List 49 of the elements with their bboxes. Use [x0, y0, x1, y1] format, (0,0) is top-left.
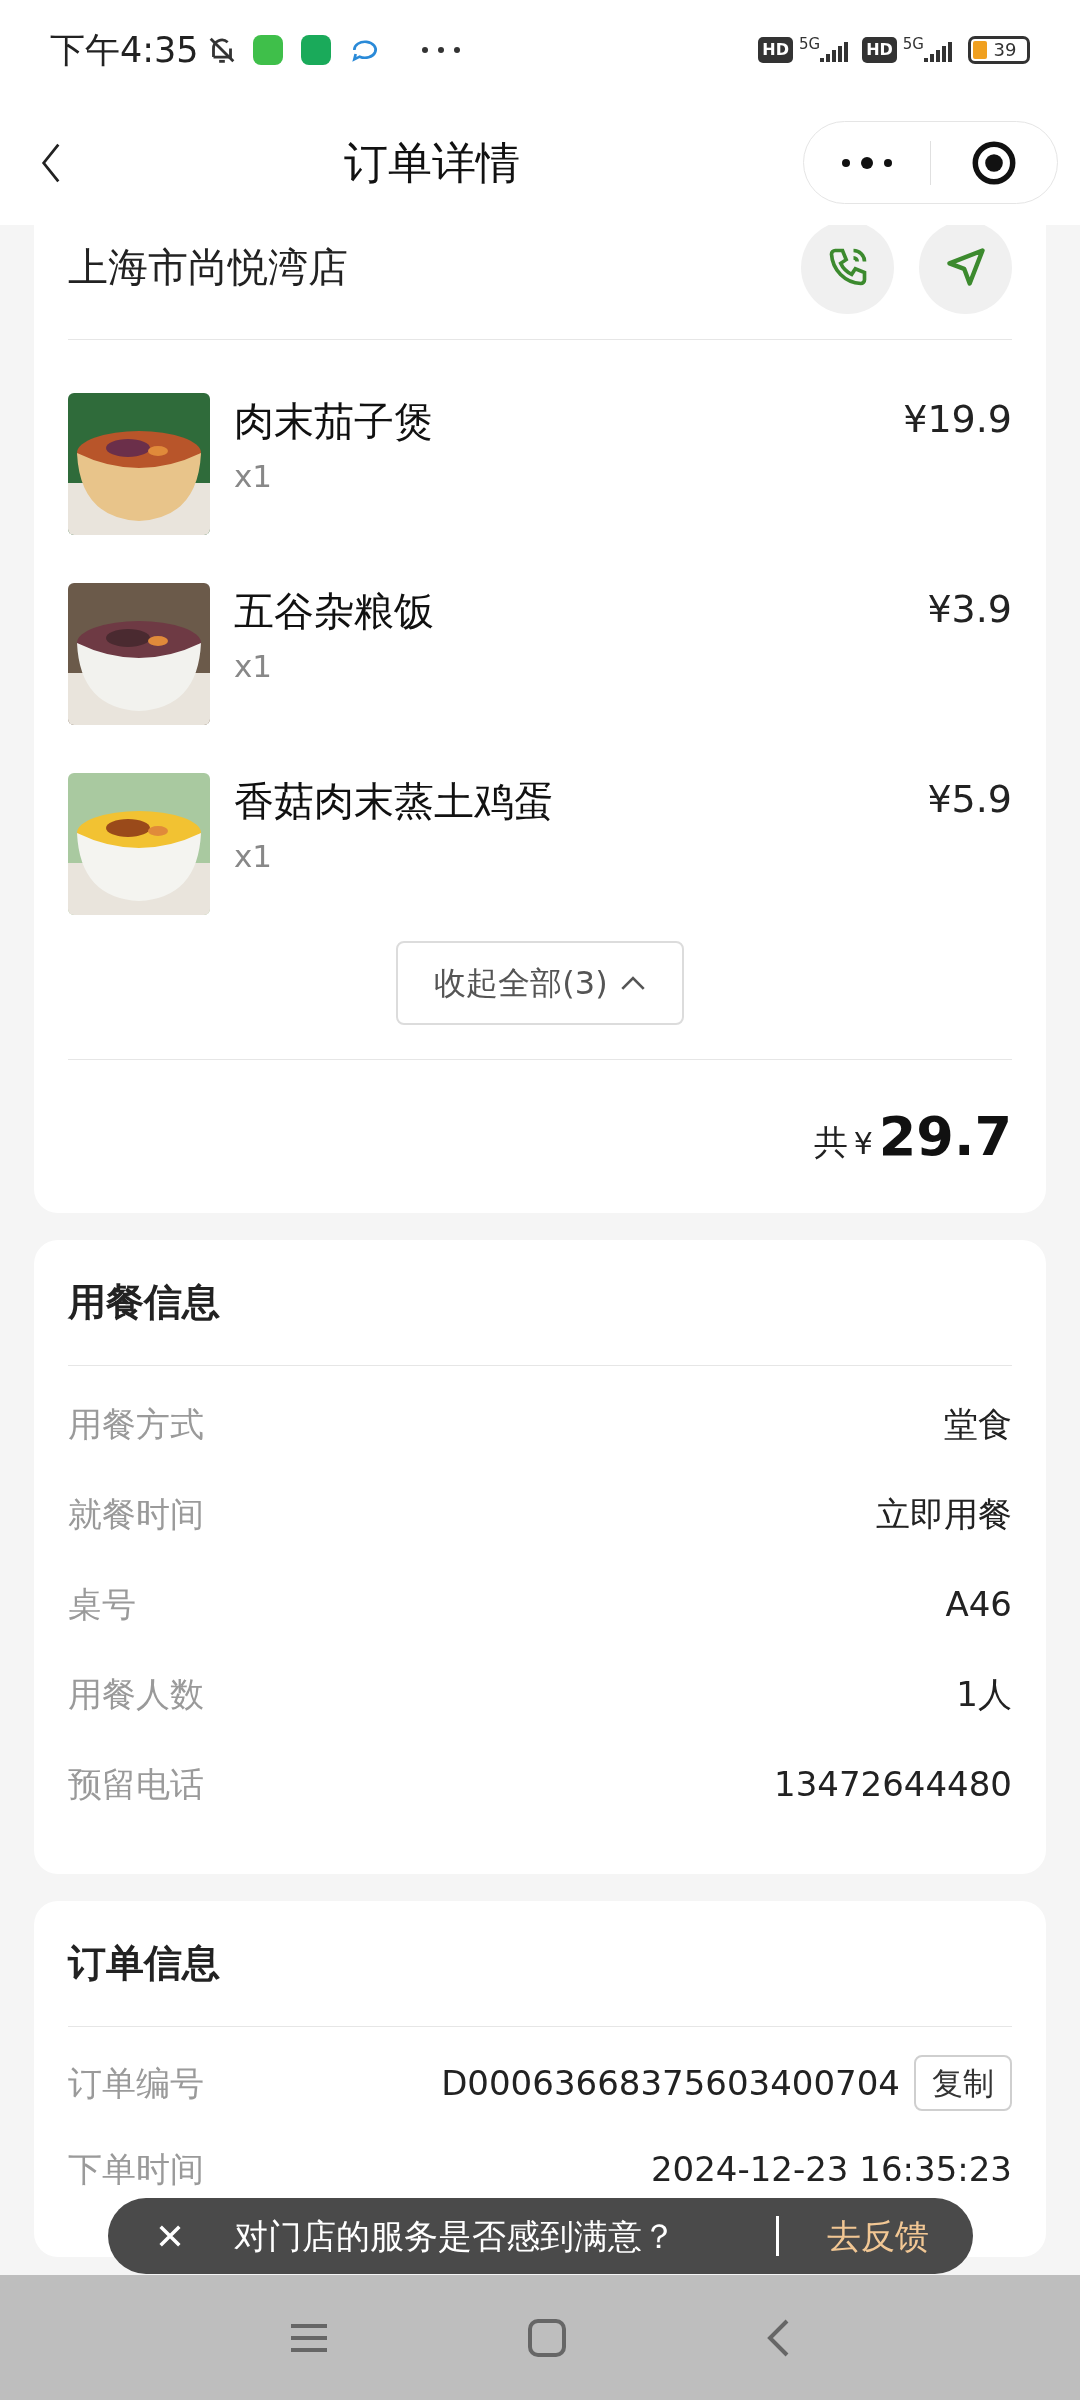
- more-icon: [841, 156, 893, 169]
- page-title: 订单详情: [343, 135, 520, 190]
- info-label: 就餐时间: [68, 1492, 204, 1536]
- copy-button[interactable]: 复制: [914, 2055, 1012, 2111]
- section-title: 订单信息: [68, 1940, 220, 1987]
- network-label: 5G: [799, 34, 821, 55]
- phone-app-icon: [300, 35, 331, 65]
- chevron-up-icon: [619, 975, 646, 991]
- info-value: 13472644480: [774, 1762, 1012, 1806]
- info-label: 用餐人数: [68, 1672, 204, 1716]
- info-label: 用餐方式: [68, 1402, 204, 1446]
- dish-price: ¥5.9: [927, 776, 1012, 823]
- info-value: 1人: [956, 1672, 1012, 1716]
- back-icon[interactable]: [767, 2318, 790, 2357]
- total-label: 共: [813, 1121, 848, 1164]
- info-value: 2024-12-23 16:35:23: [650, 2147, 1012, 2191]
- dish-name: 五谷杂粮饭: [234, 587, 435, 636]
- dish-price: ¥19.9: [903, 396, 1012, 443]
- chat-app-icon: [252, 35, 283, 65]
- total-amount: 29.7: [878, 1104, 1012, 1170]
- dish-name: 肉末茄子煲: [234, 397, 435, 446]
- info-value: D00063668375603400704: [441, 2061, 900, 2105]
- menu-icon[interactable]: [290, 2322, 327, 2353]
- target-icon: [972, 140, 1016, 185]
- store-name: 上海市尚悦湾店: [68, 243, 349, 292]
- status-time: 下午4:35: [50, 28, 199, 72]
- dish-quantity: x1: [234, 457, 274, 496]
- section-title: 用餐信息: [68, 1279, 220, 1326]
- dish-quantity: x1: [234, 837, 274, 876]
- dish-quantity: x1: [234, 647, 274, 686]
- toast-message: 对门店的服务是否感到满意？: [234, 2214, 676, 2258]
- dish-name: 香菇肉末蒸土鸡蛋: [234, 777, 555, 826]
- info-label: 下单时间: [68, 2147, 204, 2191]
- info-label: 预留电话: [68, 1762, 204, 1806]
- info-value: A46: [945, 1582, 1012, 1626]
- info-label: 桌号: [68, 1582, 136, 1626]
- feedback-link[interactable]: 去反馈: [827, 2210, 929, 2262]
- network-label: 5G: [902, 34, 924, 55]
- more-icon: [420, 46, 461, 54]
- currency-symbol: ¥: [853, 1125, 873, 1163]
- hd-badge: HD: [758, 37, 793, 63]
- collapse-button[interactable]: 收起全部(3): [396, 941, 684, 1025]
- battery-level: 39: [993, 41, 1017, 59]
- info-value: 立即用餐: [876, 1492, 1012, 1536]
- hd-badge: HD: [862, 37, 897, 63]
- info-label: 订单编号: [68, 2061, 204, 2105]
- home-icon[interactable]: [528, 2318, 566, 2357]
- dish-price: ¥3.9: [927, 586, 1012, 633]
- info-value: 堂食: [944, 1402, 1012, 1446]
